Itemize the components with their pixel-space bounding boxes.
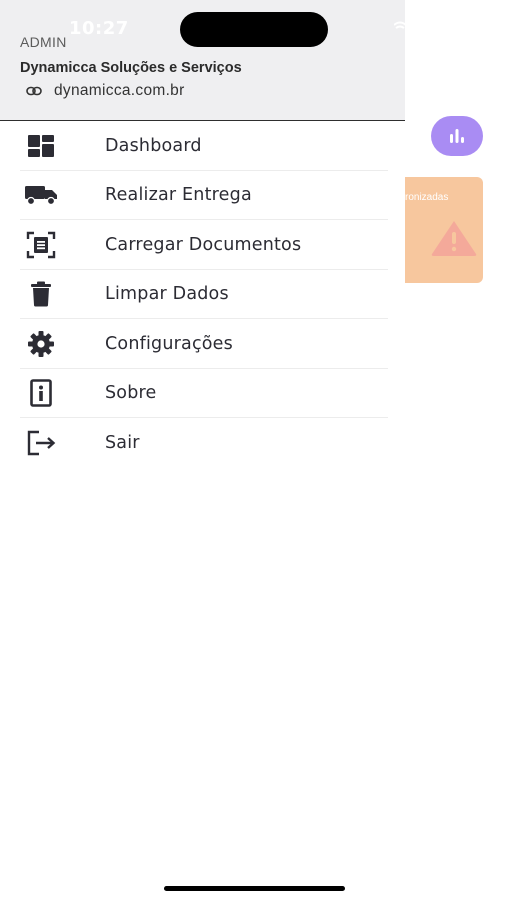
status-time: 10:27: [69, 18, 129, 39]
menu-label-realizar-entrega: Realizar Entrega: [105, 185, 252, 206]
warning-icon: [431, 221, 477, 256]
menu-label-configuracoes: Configurações: [105, 333, 233, 354]
stats-fab-button[interactable]: [431, 116, 483, 156]
company-name: Dynamicca Soluções e Serviços: [20, 60, 242, 76]
menu-item-sobre[interactable]: Sobre: [0, 369, 405, 418]
menu-label-dashboard: Dashboard: [105, 135, 202, 156]
menu-item-sair[interactable]: Sair: [0, 418, 405, 468]
website-text: dynamicca.com.br: [54, 82, 185, 99]
document-scan-icon: [24, 230, 58, 260]
menu-label-sobre: Sobre: [105, 383, 157, 404]
sync-status-card[interactable]: ronizadas: [405, 177, 483, 283]
logout-icon: [24, 428, 58, 458]
menu-label-carregar-documentos: Carregar Documentos: [105, 234, 302, 255]
website-link[interactable]: dynamicca.com.br: [26, 82, 185, 100]
menu-item-limpar-dados[interactable]: Limpar Dados: [0, 270, 405, 319]
dynamic-island: [180, 12, 328, 47]
menu-item-dashboard[interactable]: Dashboard: [0, 121, 405, 171]
trash-icon: [24, 279, 58, 309]
gear-icon: [24, 329, 58, 359]
dashboard-icon: [24, 131, 58, 161]
link-icon: [26, 86, 42, 96]
drawer-header: 10:27 ADMIN Dynamicca Soluções e Serviço…: [0, 0, 406, 121]
truck-icon: [24, 180, 58, 210]
info-icon: [24, 378, 58, 408]
menu-item-configuracoes[interactable]: Configurações: [0, 319, 405, 369]
menu-label-sair: Sair: [105, 432, 140, 453]
home-indicator: [164, 886, 345, 891]
menu-item-carregar-documentos[interactable]: Carregar Documentos: [0, 220, 405, 270]
menu-label-limpar-dados: Limpar Dados: [105, 284, 229, 305]
user-role: ADMIN: [20, 34, 67, 50]
menu-item-realizar-entrega[interactable]: Realizar Entrega: [0, 171, 405, 220]
navigation-drawer: 10:27 ADMIN Dynamicca Soluções e Serviço…: [0, 0, 406, 900]
bar-chart-icon: [450, 129, 464, 143]
wifi-icon: [394, 21, 406, 29]
card-label: ronizadas: [405, 192, 449, 203]
drawer-menu: Dashboard Realizar Entrega Carregar Docu…: [0, 121, 405, 468]
